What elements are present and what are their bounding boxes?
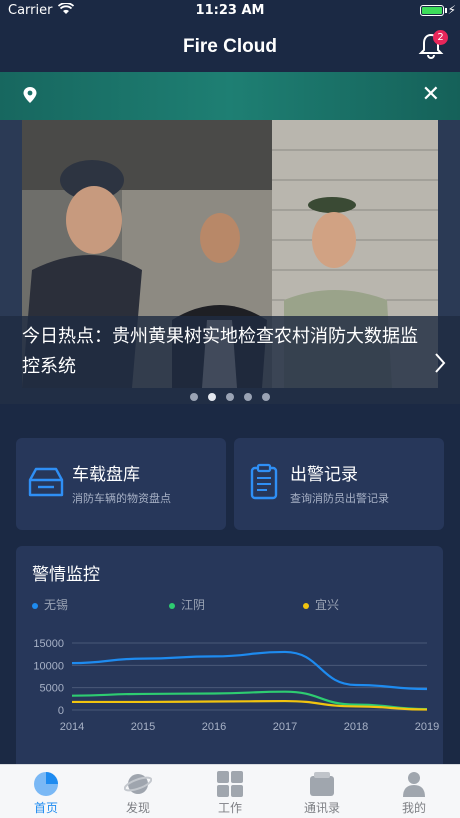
legend-label: 无锡 xyxy=(44,598,69,612)
home-pie-icon xyxy=(32,770,60,798)
x-tick-label: 2016 xyxy=(202,721,226,733)
legend-label: 宜兴 xyxy=(315,598,340,612)
series-line-无锡 xyxy=(71,650,428,691)
tab-label: 发现 xyxy=(125,801,150,815)
alarm-monitor-panel: 警情监控 无锡 江阴 宜兴 15000 10000 5000 0 2014 2015 201… xyxy=(16,546,443,776)
chevron-right-icon[interactable] xyxy=(434,352,446,380)
panel-title: 警情监控 xyxy=(32,565,100,585)
battery-icon xyxy=(420,5,444,16)
clock: 11:23 AM xyxy=(195,3,265,18)
tab-contacts[interactable]: 通讯录 xyxy=(276,765,368,818)
dispatch-records-card[interactable]: 出警记录 查询消防员出警记录 xyxy=(234,438,444,530)
carousel-dot[interactable] xyxy=(190,393,198,401)
card-subtitle: 查询消防员出警记录 xyxy=(290,492,389,505)
tab-discover[interactable]: 发现 xyxy=(92,765,184,818)
user-icon xyxy=(400,770,428,798)
legend-item[interactable]: 无锡 xyxy=(32,596,68,613)
legend-item[interactable]: 宜兴 xyxy=(303,596,339,613)
line-chart: 15000 10000 5000 0 2014 2015 2016 2017 2018 2019 xyxy=(33,638,439,733)
tab-label: 我的 xyxy=(401,801,426,815)
planet-icon xyxy=(123,770,153,798)
card-title: 车载盘库 xyxy=(72,465,140,485)
tab-label: 通讯录 xyxy=(303,801,340,815)
tab-label: 工作 xyxy=(217,801,242,815)
banner-top-strip xyxy=(0,72,460,120)
x-tick-label: 2018 xyxy=(344,721,368,733)
legend-item[interactable]: 江阴 xyxy=(169,596,205,613)
x-tick-label: 2015 xyxy=(131,721,155,733)
x-tick-label: 2014 xyxy=(60,721,84,733)
news-banner[interactable]: ✕ 今日热点：贵州黄果树实地检查农村消防大数据监控系统 xyxy=(0,72,460,404)
carousel-dot[interactable] xyxy=(262,393,270,401)
tab-profile[interactable]: 我的 xyxy=(368,765,460,818)
tab-work[interactable]: 工作 xyxy=(184,765,276,818)
y-tick-label: 15000 xyxy=(33,638,64,650)
y-tick-label: 0 xyxy=(58,705,64,717)
x-tick-label: 2019 xyxy=(415,721,439,733)
x-tick-label: 2017 xyxy=(273,721,297,733)
close-icon[interactable]: ✕ xyxy=(422,82,440,107)
inbox-tray-icon xyxy=(26,462,66,502)
nav-bar: Fire Cloud 2 xyxy=(0,22,460,72)
vehicle-inventory-card[interactable]: 车载盘库 消防车辆的物资盘点 xyxy=(16,438,226,530)
carousel-dots[interactable] xyxy=(0,386,460,405)
legend-dot xyxy=(169,602,175,609)
tab-home[interactable]: 首页 xyxy=(0,765,92,818)
banner-caption[interactable]: 今日热点：贵州黄果树实地检查农村消防大数据监控系统 xyxy=(22,322,427,382)
carousel-dot[interactable] xyxy=(226,393,234,401)
notification-badge: 2 xyxy=(433,30,448,45)
grid-icon xyxy=(216,770,244,798)
page-title: Fire Cloud xyxy=(183,36,277,57)
carousel-dot-active[interactable] xyxy=(208,393,216,401)
legend-dot xyxy=(32,602,38,609)
legend-label: 江阴 xyxy=(181,598,206,612)
y-tick-label: 5000 xyxy=(40,683,64,695)
status-bar: Carrier 11:23 AM ⚡ xyxy=(0,0,460,22)
clipboard-icon xyxy=(244,462,284,502)
legend-dot xyxy=(303,602,309,609)
tab-label: 首页 xyxy=(33,801,58,815)
tab-bar: 首页 发现 工作 通讯录 我的 xyxy=(0,764,460,818)
contacts-icon xyxy=(308,770,336,798)
card-title: 出警记录 xyxy=(290,465,358,485)
card-subtitle: 消防车辆的物资盘点 xyxy=(72,492,171,505)
y-tick-label: 10000 xyxy=(33,660,64,672)
carousel-dot[interactable] xyxy=(244,393,252,401)
location-pin-icon xyxy=(22,86,38,108)
charging-icon: ⚡ xyxy=(447,3,456,17)
